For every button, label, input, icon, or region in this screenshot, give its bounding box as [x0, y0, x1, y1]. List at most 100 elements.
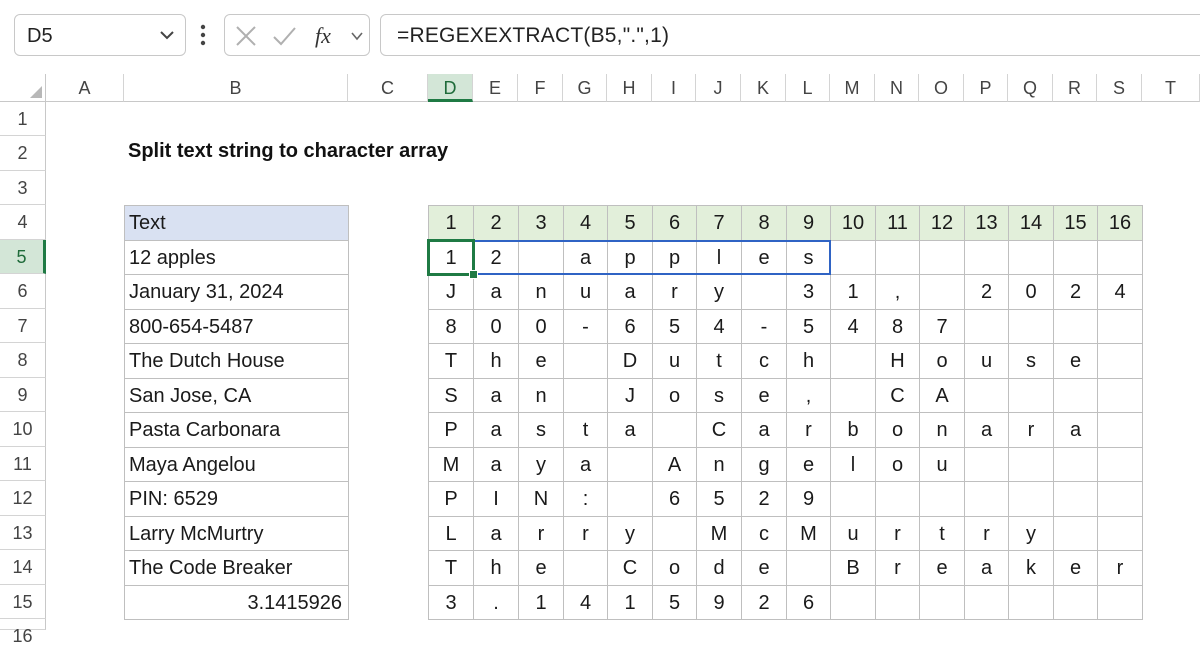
char-cell[interactable]	[964, 481, 1009, 517]
char-cell[interactable]: 2	[741, 585, 787, 620]
char-cell[interactable]: a	[964, 550, 1009, 586]
char-cell[interactable]: c	[741, 343, 787, 379]
char-cell[interactable]: J	[428, 274, 474, 310]
char-cell[interactable]	[786, 550, 831, 586]
char-cell[interactable]: d	[696, 550, 742, 586]
char-cell[interactable]	[1097, 481, 1143, 517]
row-header-16[interactable]: 16	[0, 619, 46, 646]
column-header-t[interactable]: T	[1142, 74, 1200, 102]
char-cell[interactable]: e	[518, 550, 564, 586]
char-cell[interactable]	[1053, 447, 1098, 482]
char-cell[interactable]: t	[919, 516, 965, 551]
index-header-cell[interactable]: 16	[1097, 205, 1143, 241]
char-cell[interactable]: 8	[428, 309, 474, 344]
char-cell[interactable]	[964, 240, 1009, 275]
char-cell[interactable]: C	[696, 412, 742, 448]
char-cell[interactable]	[1053, 516, 1098, 551]
text-cell[interactable]: The Code Breaker	[124, 550, 349, 586]
char-cell[interactable]	[964, 378, 1009, 413]
char-cell[interactable]: r	[786, 412, 831, 448]
column-header-s[interactable]: S	[1097, 74, 1142, 102]
char-cell[interactable]: a	[741, 412, 787, 448]
char-cell[interactable]	[1097, 412, 1143, 448]
column-header-l[interactable]: L	[786, 74, 830, 102]
char-cell[interactable]: u	[830, 516, 876, 551]
char-cell[interactable]: 2	[473, 240, 519, 275]
column-header-g[interactable]: G	[563, 74, 607, 102]
char-cell[interactable]	[964, 585, 1009, 620]
char-cell[interactable]: a	[563, 240, 608, 275]
char-cell[interactable]: 1	[518, 585, 564, 620]
row-header-9[interactable]: 9	[0, 378, 46, 412]
char-cell[interactable]: 0	[473, 309, 519, 344]
index-header-cell[interactable]: 6	[652, 205, 697, 241]
char-cell[interactable]	[652, 412, 697, 448]
char-cell[interactable]	[1008, 240, 1054, 275]
char-cell[interactable]: t	[696, 343, 742, 379]
char-cell[interactable]: s	[696, 378, 742, 413]
char-cell[interactable]: 4	[563, 585, 608, 620]
char-cell[interactable]: u	[563, 274, 608, 310]
char-cell[interactable]: g	[741, 447, 787, 482]
char-cell[interactable]: e	[1053, 343, 1098, 379]
column-header-b[interactable]: B	[124, 74, 348, 102]
char-cell[interactable]: -	[563, 309, 608, 344]
char-cell[interactable]: 6	[607, 309, 653, 344]
row-header-8[interactable]: 8	[0, 343, 46, 378]
char-cell[interactable]: s	[518, 412, 564, 448]
index-header-cell[interactable]: 2	[473, 205, 519, 241]
char-cell[interactable]: S	[428, 378, 474, 413]
char-cell[interactable]: 1	[607, 585, 653, 620]
char-cell[interactable]	[830, 378, 876, 413]
char-cell[interactable]	[563, 343, 608, 379]
char-cell[interactable]: a	[473, 412, 519, 448]
char-cell[interactable]: T	[428, 550, 474, 586]
index-header-cell[interactable]: 12	[919, 205, 965, 241]
char-cell[interactable]: .	[473, 585, 519, 620]
column-header-i[interactable]: I	[652, 74, 696, 102]
char-cell[interactable]: r	[518, 516, 564, 551]
char-cell[interactable]: 2	[964, 274, 1009, 310]
char-cell[interactable]: N	[518, 481, 564, 517]
char-cell[interactable]: D	[607, 343, 653, 379]
char-cell[interactable]: 9	[786, 481, 831, 517]
text-cell[interactable]: PIN: 6529	[124, 481, 349, 517]
char-cell[interactable]: 8	[875, 309, 920, 344]
char-cell[interactable]	[919, 274, 965, 310]
char-cell[interactable]: a	[964, 412, 1009, 448]
char-cell[interactable]: h	[473, 550, 519, 586]
column-header-r[interactable]: R	[1053, 74, 1097, 102]
index-header-cell[interactable]: 10	[830, 205, 876, 241]
char-cell[interactable]	[563, 378, 608, 413]
char-cell[interactable]	[1008, 378, 1054, 413]
char-cell[interactable]: s	[1008, 343, 1054, 379]
row-header-3[interactable]: 3	[0, 171, 46, 205]
char-cell[interactable]: a	[1053, 412, 1098, 448]
char-cell[interactable]: C	[607, 550, 653, 586]
char-cell[interactable]	[964, 447, 1009, 482]
column-header-j[interactable]: J	[696, 74, 741, 102]
char-cell[interactable]: r	[875, 516, 920, 551]
char-cell[interactable]	[830, 585, 876, 620]
char-cell[interactable]	[919, 481, 965, 517]
char-cell[interactable]: a	[607, 412, 653, 448]
char-cell[interactable]: ,	[875, 274, 920, 310]
row-header-13[interactable]: 13	[0, 516, 46, 550]
char-cell[interactable]: n	[696, 447, 742, 482]
char-cell[interactable]: 3	[786, 274, 831, 310]
char-cell[interactable]	[741, 274, 787, 310]
char-cell[interactable]: M	[696, 516, 742, 551]
char-cell[interactable]: n	[919, 412, 965, 448]
row-header-11[interactable]: 11	[0, 447, 46, 481]
column-header-m[interactable]: M	[830, 74, 875, 102]
char-cell[interactable]: a	[473, 516, 519, 551]
char-cell[interactable]: o	[875, 447, 920, 482]
row-header-6[interactable]: 6	[0, 274, 46, 309]
char-cell[interactable]: 6	[786, 585, 831, 620]
char-cell[interactable]: l	[830, 447, 876, 482]
char-cell[interactable]	[1053, 378, 1098, 413]
column-header-q[interactable]: Q	[1008, 74, 1053, 102]
char-cell[interactable]: 7	[919, 309, 965, 344]
char-cell[interactable]: 4	[1097, 274, 1143, 310]
char-cell[interactable]	[1008, 585, 1054, 620]
